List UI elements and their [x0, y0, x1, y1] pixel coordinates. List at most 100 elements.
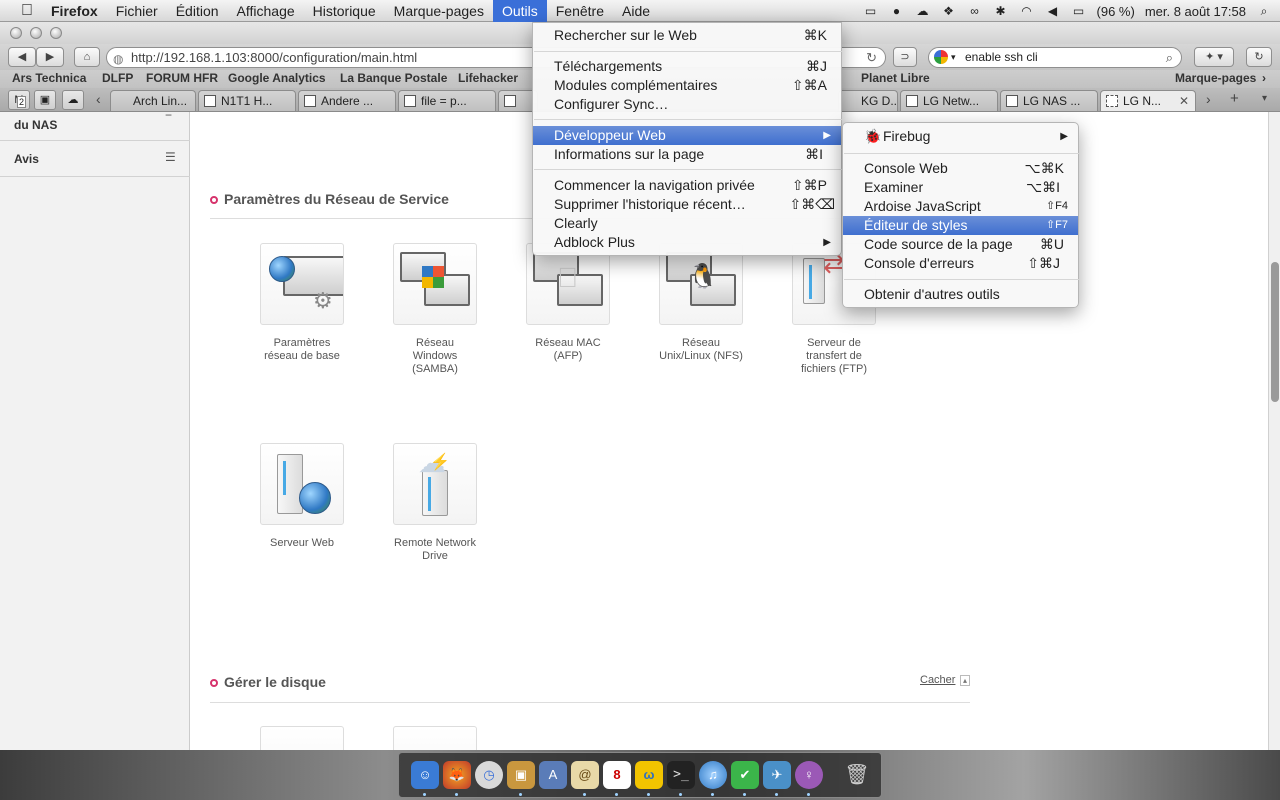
- menu-app-firefox[interactable]: Firefox: [42, 0, 107, 22]
- page-scrollbar[interactable]: [1268, 112, 1280, 750]
- tab-lg-n-active[interactable]: LG N... ✕: [1100, 90, 1196, 111]
- menu-item-downloads[interactable]: Téléchargements ⌘J: [533, 57, 841, 76]
- menu-marque-pages[interactable]: Marque-pages: [385, 0, 493, 22]
- chevron-down-icon[interactable]: ▾: [951, 48, 956, 67]
- menu-item-error-console[interactable]: Console d'erreurs ⇧⌘J: [843, 254, 1078, 273]
- menu-item-page-info[interactable]: Informations sur la page ⌘I: [533, 145, 841, 164]
- menu-item-web-developer[interactable]: Développeur Web ▶: [533, 126, 841, 145]
- bookmark-banque-postale[interactable]: La Banque Postale: [340, 71, 447, 85]
- bookmark-planet-libre[interactable]: Planet Libre: [861, 71, 930, 85]
- apple-icon[interactable]: : [12, 2, 42, 20]
- mail-icon[interactable]: @: [571, 761, 599, 789]
- tab-andere[interactable]: Andere ...: [298, 90, 396, 111]
- menu-item-get-more-tools[interactable]: Obtenir d'autres outils: [843, 285, 1078, 304]
- twitter-icon[interactable]: ✈: [763, 761, 791, 789]
- sidebar-item-nas[interactable]: du NAS: [14, 118, 57, 132]
- finder-icon[interactable]: ☺: [411, 761, 439, 789]
- collapse-icon[interactable]: ▴: [960, 675, 971, 686]
- battery-icon[interactable]: ▭: [1071, 4, 1087, 18]
- tab-arch-linux[interactable]: Arch Lin...: [110, 90, 196, 111]
- menu-item-adblock-plus[interactable]: Adblock Plus ▶: [533, 233, 841, 252]
- search-icon[interactable]: ⌕: [1166, 48, 1173, 67]
- bookmark-forum-hfr[interactable]: FORUM HFR: [146, 71, 218, 85]
- new-tab-icon[interactable]: +: [1230, 90, 1239, 107]
- expand-icon[interactable]: −: [165, 112, 172, 122]
- tile-remote-drive[interactable]: ☁ ⚡ Remote Network Drive: [393, 443, 477, 563]
- tile-disk-1[interactable]: [260, 726, 344, 750]
- close-window-button[interactable]: [10, 27, 22, 39]
- tile-web-server[interactable]: Serveur Web: [260, 443, 344, 550]
- time-machine-icon[interactable]: ◷: [475, 761, 503, 789]
- menu-item-search-web[interactable]: Rechercher sur le Web ⌘K: [533, 26, 841, 45]
- home-button[interactable]: ⌂: [74, 47, 100, 67]
- bookmark-lifehacker[interactable]: Lifehacker: [458, 71, 518, 85]
- menu-item-clearly[interactable]: Clearly: [533, 214, 841, 233]
- menu-item-firebug[interactable]: 🐞 Firebug ▶: [843, 127, 1078, 146]
- monitor-app-tab[interactable]: ▣: [34, 90, 56, 110]
- menu-item-style-editor[interactable]: Éditeur de styles ⇧F7: [843, 216, 1078, 235]
- volume-icon[interactable]: ◀: [1045, 4, 1061, 18]
- tile-nfs[interactable]: 🐧 Réseau Unix/Linux (NFS): [659, 243, 743, 363]
- package-icon[interactable]: ▣: [507, 761, 535, 789]
- zoom-window-button[interactable]: [50, 27, 62, 39]
- tasks-icon[interactable]: ✔: [731, 761, 759, 789]
- tab-n1t1[interactable]: N1T1 H...: [198, 90, 296, 111]
- addon-button[interactable]: ✦ ▾: [1194, 47, 1234, 67]
- reload-icon[interactable]: ↻: [866, 48, 877, 67]
- forward-button[interactable]: ▶: [36, 47, 64, 67]
- firefox-icon[interactable]: 🦊: [443, 761, 471, 789]
- menu-fenetre[interactable]: Fenêtre: [547, 0, 613, 22]
- app-store-icon[interactable]: A: [539, 761, 567, 789]
- scrollbar-thumb[interactable]: [1271, 262, 1279, 402]
- dropbox-icon[interactable]: ❖: [941, 4, 957, 18]
- close-tab-icon[interactable]: ✕: [1179, 91, 1189, 111]
- menu-item-page-source[interactable]: Code source de la page ⌘U: [843, 235, 1078, 254]
- back-button[interactable]: ◀: [8, 47, 36, 67]
- tab-lg-nas[interactable]: LG NAS ...: [1000, 90, 1098, 111]
- menu-edition[interactable]: Édition: [167, 0, 228, 22]
- cloud-icon[interactable]: ☁: [915, 4, 931, 18]
- windows-network-icon[interactable]: [393, 243, 477, 325]
- cloud-app-tab[interactable]: ☁: [62, 90, 84, 110]
- remote-drive-icon[interactable]: ☁ ⚡: [393, 443, 477, 525]
- tab-lg-network[interactable]: LG Netw...: [900, 90, 998, 111]
- menu-item-scratchpad[interactable]: Ardoise JavaScript ⇧F4: [843, 197, 1078, 216]
- scroll-tabs-left-icon[interactable]: ‹: [96, 91, 101, 107]
- menu-affichage[interactable]: Affichage: [228, 0, 304, 22]
- search-bar[interactable]: ▾ enable ssh cli ⌕: [928, 47, 1182, 68]
- menu-item-addons[interactable]: Modules complémentaires ⇧⌘A: [533, 76, 841, 95]
- tile-disk-2[interactable]: [393, 726, 477, 750]
- minimize-window-button[interactable]: [30, 27, 42, 39]
- rss-icon[interactable]: ⊃: [893, 47, 917, 67]
- newsreader-icon[interactable]: ω: [635, 761, 663, 789]
- menu-item-private-browsing[interactable]: Commencer la navigation privée ⇧⌘P: [533, 176, 841, 195]
- bookmarks-menu[interactable]: Marque-pages: [1175, 71, 1256, 85]
- chat-icon[interactable]: ●: [889, 4, 905, 18]
- spotlight-icon[interactable]: ⌕: [1256, 4, 1272, 18]
- menu-item-web-console[interactable]: Console Web ⌥⌘K: [843, 159, 1078, 178]
- adium-icon[interactable]: ♀: [795, 761, 823, 789]
- menu-aide[interactable]: Aide: [613, 0, 659, 22]
- add-list-icon[interactable]: ☰: [165, 150, 176, 164]
- bookmark-dlfp[interactable]: DLFP: [102, 71, 133, 85]
- sidebar-item-avis[interactable]: Avis: [14, 152, 39, 166]
- hide-link[interactable]: Cacher: [920, 674, 955, 686]
- tile-basic-network[interactable]: ⚙ Paramètres réseau de base: [260, 243, 344, 363]
- chevron-right-icon[interactable]: ›: [1262, 71, 1266, 85]
- network-settings-icon[interactable]: ⚙: [260, 243, 344, 325]
- disk-icon[interactable]: [260, 726, 344, 750]
- google-icon[interactable]: [934, 50, 948, 64]
- menu-outils[interactable]: Outils: [492, 0, 547, 22]
- menu-item-clear-history[interactable]: Supprimer l'historique récent… ⇧⌘⌫: [533, 195, 841, 214]
- bookmark-ars-technica[interactable]: Ars Technica: [12, 71, 86, 85]
- trash-icon[interactable]: 🗑: [843, 761, 871, 789]
- glasses-icon[interactable]: ∞: [967, 4, 983, 18]
- calendar-icon[interactable]: 8: [603, 761, 631, 789]
- tab-file[interactable]: file = p...: [398, 90, 496, 111]
- clock[interactable]: mer. 8 août 17:58: [1145, 4, 1246, 19]
- sync-button[interactable]: ↻: [1246, 47, 1272, 67]
- tab-kg[interactable]: KG D...: [838, 90, 898, 111]
- tab-list-icon[interactable]: ▾: [1262, 93, 1267, 104]
- itunes-icon[interactable]: ♫: [699, 761, 727, 789]
- web-server-icon[interactable]: [260, 443, 344, 525]
